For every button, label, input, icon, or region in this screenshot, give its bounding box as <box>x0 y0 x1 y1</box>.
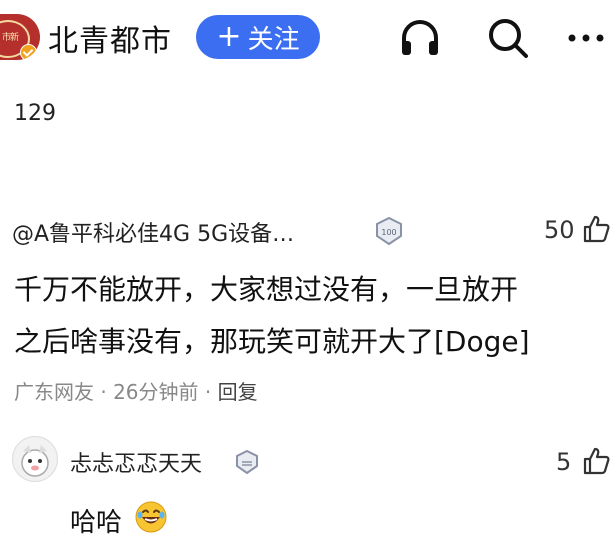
reply-badge-icon <box>236 449 258 475</box>
plus-icon: + <box>216 19 242 54</box>
level-badge-icon: 100 <box>376 216 402 246</box>
header-bar: 市新 北青都市 + 关注 <box>0 0 613 80</box>
comment-like-count: 50 <box>544 216 575 244</box>
account-avatar[interactable]: 市新 <box>0 14 40 60</box>
search-icon[interactable] <box>484 14 532 62</box>
thumbs-up-icon[interactable] <box>582 446 610 476</box>
comment-username[interactable]: @A鲁平科必佳4G 5G设备… <box>12 216 294 248</box>
more-icon[interactable] <box>566 14 613 62</box>
comment-meta: 广东网友 · 26分钟前 · 回复 <box>14 376 258 405</box>
meta-separator: · <box>100 380 107 404</box>
comment-line-1: 千万不能放开，大家想过没有，一旦放开 <box>14 273 519 306</box>
reply-username[interactable]: 忐忐忑忑天天 <box>70 446 202 478</box>
thumbs-up-icon[interactable] <box>582 214 610 244</box>
headphones-icon[interactable] <box>396 14 444 62</box>
verified-check-icon <box>20 44 37 60</box>
follow-button[interactable]: + 关注 <box>196 15 320 59</box>
comment-location: 广东网友 <box>14 380 94 404</box>
comment-time: 26分钟前 <box>113 380 199 404</box>
level-badge-text: 100 <box>381 228 396 237</box>
avatar-seal-text: 市新 <box>2 33 19 43</box>
meta-separator: · <box>204 380 212 404</box>
account-name[interactable]: 北青都市 <box>48 16 172 60</box>
follow-label: 关注 <box>247 24 300 55</box>
laughing-emoji-icon <box>135 501 167 533</box>
reply-like-count: 5 <box>556 448 572 476</box>
count-line: 129 <box>14 101 56 126</box>
reply-link[interactable]: 回复 <box>218 380 258 404</box>
comment-line-2: 之后啥事没有，那玩笑可就开大了[Doge] <box>14 325 530 358</box>
reply-avatar[interactable] <box>12 436 58 482</box>
reply-body: 哈哈 <box>70 508 123 538</box>
comment-body: 千万不能放开，大家想过没有，一旦放开 之后啥事没有，那玩笑可就开大了[Doge] <box>14 264 604 368</box>
cartoon-avatar-icon <box>21 445 49 477</box>
